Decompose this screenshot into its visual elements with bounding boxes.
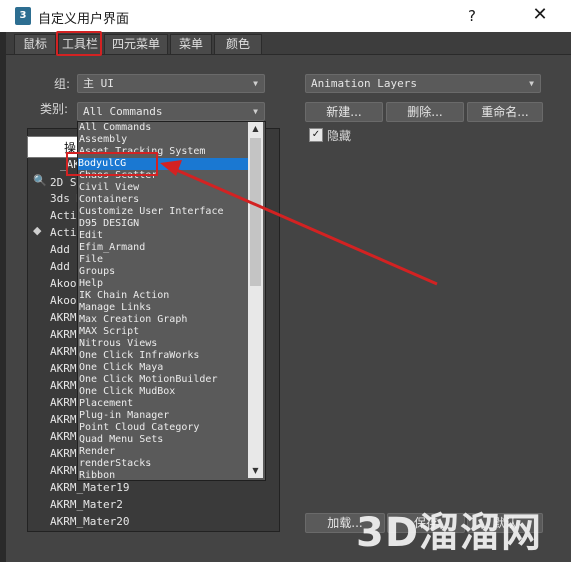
hide-checkbox[interactable]: ✓	[309, 128, 323, 142]
new-button[interactable]: 新建...	[305, 102, 383, 122]
chevron-down-icon: ▼	[529, 79, 534, 88]
watermark: 3D溜溜网	[356, 510, 543, 556]
toolbar-dropdown[interactable]: Animation Layers ▼	[305, 74, 541, 93]
delete-button[interactable]: 删除...	[386, 102, 464, 122]
arrow-shaft	[171, 166, 438, 286]
rename-button[interactable]: 重命名...	[467, 102, 543, 122]
hide-label: 隐藏	[327, 129, 352, 143]
arrow-head	[160, 160, 182, 176]
toolbar-dropdown-value: Animation Layers	[311, 77, 417, 90]
